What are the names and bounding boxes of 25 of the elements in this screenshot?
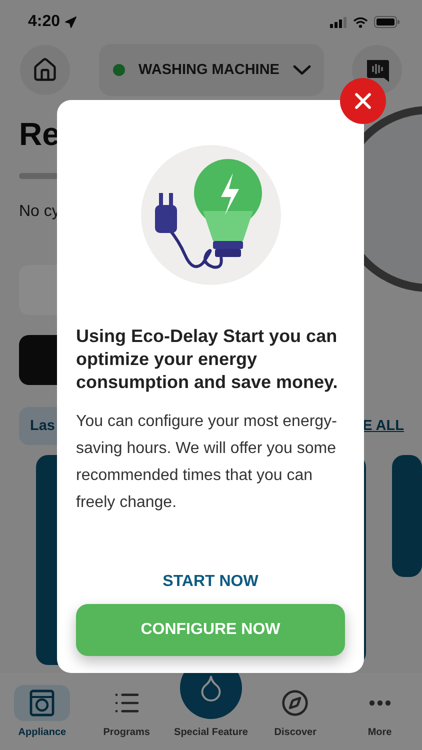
dialog-heading: Using Eco-Delay Start you can optimize your energy consumption and save money. (76, 325, 339, 394)
battery-icon (374, 16, 400, 28)
location-icon (64, 16, 78, 28)
tab-bar-item[interactable]: More (338, 685, 422, 738)
tab-bar-item[interactable]: Appliance (0, 685, 84, 738)
tab-bar-item[interactable]: Programs (84, 685, 169, 738)
status-time: 4:20 (28, 13, 60, 31)
start-button[interactable] (19, 335, 57, 385)
compass-icon (281, 689, 310, 717)
washing-machine-icon (29, 689, 56, 717)
configure-now-button[interactable]: CONFIGURE NOW (76, 604, 345, 656)
tab-bar-item[interactable]: Discover (253, 685, 338, 738)
device-selector[interactable]: WASHING MACHINE (98, 44, 324, 96)
voice-assistant-icon (364, 57, 390, 83)
signal-icon (330, 16, 347, 28)
dialog-text: You can configure your most energy-saving hours. We will offer you some recommended times that you can freely change. (76, 412, 338, 513)
page-title: Re (19, 116, 60, 153)
section-title: Las (30, 418, 55, 434)
home-icon (32, 57, 58, 83)
wifi-icon (353, 16, 368, 28)
home-button[interactable] (20, 45, 70, 95)
program-card[interactable] (392, 455, 422, 577)
start-now-button[interactable]: START NOW (162, 573, 258, 591)
chevron-down-icon (293, 65, 312, 75)
more-icon (368, 700, 391, 706)
